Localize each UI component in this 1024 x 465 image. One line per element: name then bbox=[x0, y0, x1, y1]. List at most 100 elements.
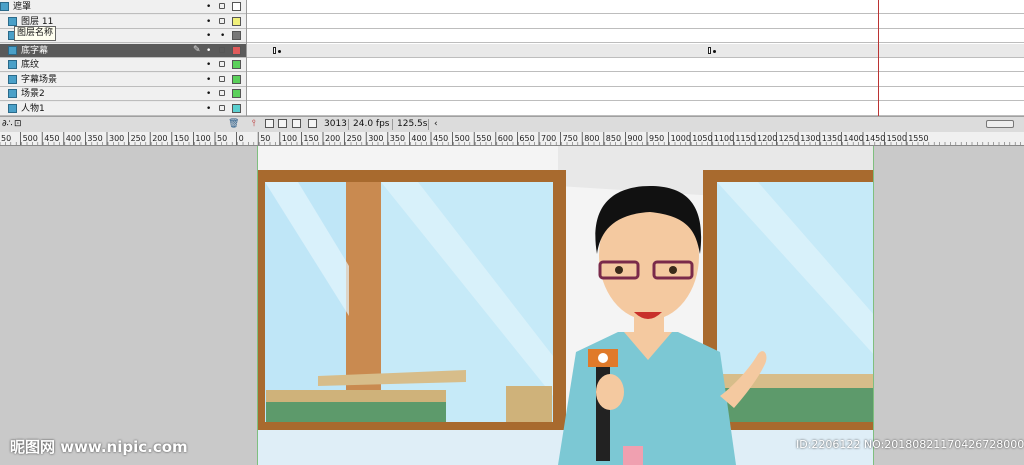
timeline-scrollbar[interactable] bbox=[986, 120, 1014, 128]
keyframe-dot bbox=[713, 49, 716, 53]
frame-row[interactable] bbox=[247, 58, 1024, 72]
lock-toggle[interactable]: • bbox=[220, 30, 225, 42]
onion-markers-icon[interactable] bbox=[308, 119, 317, 128]
frame-row[interactable] bbox=[247, 101, 1024, 116]
lock-icon[interactable] bbox=[219, 90, 225, 96]
layer-row[interactable]: 底字幕 ✎ • bbox=[0, 43, 246, 58]
ruler-label: 800 bbox=[584, 134, 599, 143]
ruler-label: 1450 bbox=[865, 134, 885, 143]
layer-row[interactable]: 场景2 • bbox=[0, 87, 246, 101]
edit-multiple-icon[interactable] bbox=[292, 119, 301, 128]
outline-color-swatch[interactable] bbox=[232, 16, 241, 26]
ruler-label: 500 bbox=[455, 134, 470, 143]
outline-color-swatch[interactable] bbox=[232, 89, 241, 98]
scroll-left-icon[interactable]: ‹ bbox=[434, 118, 438, 131]
visibility-toggle[interactable]: • bbox=[206, 45, 211, 57]
layer-icon bbox=[8, 89, 17, 98]
frame-row[interactable] bbox=[247, 14, 1024, 29]
ruler-label: 350 bbox=[390, 134, 405, 143]
ruler-label: 550 bbox=[476, 134, 491, 143]
outline-color-swatch[interactable] bbox=[232, 31, 241, 40]
add-layer-icon[interactable]: ∂∴ bbox=[2, 118, 12, 131]
keyframe[interactable] bbox=[273, 46, 276, 54]
stage[interactable] bbox=[257, 146, 874, 465]
ruler-label: 1250 bbox=[779, 134, 799, 143]
onion-skin-icon[interactable] bbox=[265, 119, 274, 128]
visibility-toggle[interactable]: • bbox=[206, 1, 211, 13]
layer-row[interactable]: 人物1 • bbox=[0, 101, 246, 116]
ruler-label: 1550 bbox=[908, 134, 928, 143]
ruler-label: 200 bbox=[325, 134, 340, 143]
ruler-label: 750 bbox=[563, 134, 578, 143]
layer-name-tooltip: 图层名称 bbox=[14, 26, 57, 41]
outline-color-swatch[interactable] bbox=[232, 45, 241, 55]
lock-icon[interactable] bbox=[219, 75, 225, 82]
ruler-label: 700 bbox=[541, 134, 556, 143]
playhead[interactable] bbox=[878, 0, 879, 116]
outline-color-swatch[interactable] bbox=[232, 74, 241, 84]
lock-icon[interactable] bbox=[219, 104, 225, 111]
frame-grid[interactable] bbox=[247, 0, 1024, 116]
ruler-label: 1300 bbox=[800, 134, 820, 143]
frame-row[interactable] bbox=[247, 0, 1024, 14]
lock-icon[interactable] bbox=[219, 17, 225, 24]
layer-name: 字幕场景 bbox=[21, 74, 58, 85]
delete-layer-icon[interactable]: 🗑 bbox=[228, 118, 239, 131]
layer-row[interactable]: 字幕场景 • bbox=[0, 72, 246, 87]
ruler-label: 500 bbox=[23, 134, 38, 143]
keyframe-dot bbox=[278, 49, 281, 53]
ruler-label: 850 bbox=[606, 134, 621, 143]
ruler-label: 1050 bbox=[692, 134, 712, 143]
lock-icon[interactable] bbox=[219, 61, 225, 67]
lock-icon[interactable] bbox=[219, 3, 225, 9]
ruler-label: 600 bbox=[498, 134, 513, 143]
layer-name: 底字幕 bbox=[21, 45, 49, 56]
outline-color-swatch[interactable] bbox=[232, 103, 241, 113]
layer-row[interactable]: 底纹 • bbox=[0, 58, 246, 72]
layer-icon bbox=[8, 16, 17, 26]
add-folder-icon[interactable]: ⊡ bbox=[14, 118, 22, 131]
frame-row[interactable] bbox=[247, 29, 1024, 43]
frame-row[interactable] bbox=[247, 72, 1024, 87]
visibility-toggle[interactable]: • bbox=[206, 30, 211, 42]
visibility-toggle[interactable]: • bbox=[206, 59, 211, 71]
timeline-toolbar: ∂∴ ⊡ 🗑 ⫯ 3013 24.0 fps 125.5s ‹ bbox=[0, 116, 1024, 132]
outline-color-swatch[interactable] bbox=[232, 60, 241, 69]
layer-list: 遮罩 • 图层 11 • • • 底字幕 ✎ • 底纹 • 字幕场景 • 场景2 • 人物1 • bbox=[0, 0, 247, 116]
visibility-toggle[interactable]: • bbox=[206, 16, 211, 28]
layer-name: 遮罩 bbox=[13, 2, 32, 12]
ruler-label: 1150 bbox=[735, 134, 755, 143]
elapsed-time: 125.5s bbox=[397, 119, 428, 129]
onion-outline-icon[interactable] bbox=[278, 119, 287, 128]
center-frame-icon[interactable]: ⫯ bbox=[252, 118, 256, 131]
timeline-panel: 遮罩 • 图层 11 • • • 底字幕 ✎ • 底纹 • 字幕场景 • 场景2 • 人物1 • 图层名称 ∂∴… bbox=[0, 0, 1024, 146]
keyframe[interactable] bbox=[708, 46, 711, 54]
layer-icon bbox=[8, 45, 17, 55]
ruler-label: 1500 bbox=[887, 134, 907, 143]
horizontal-ruler: 50 500 450 400 350 300 250 200 150 100 50 0 50 100 150… bbox=[0, 132, 1024, 146]
ruler-label: 300 bbox=[109, 134, 124, 143]
cartoon-scene bbox=[258, 146, 873, 465]
frame-rate[interactable]: 24.0 fps bbox=[353, 118, 389, 131]
ruler-label: 450 bbox=[44, 134, 59, 143]
visibility-toggle[interactable]: • bbox=[206, 103, 211, 115]
frame-row[interactable] bbox=[247, 43, 1024, 58]
ruler-label: 50 bbox=[1, 134, 11, 143]
ruler-label: 300 bbox=[368, 134, 383, 143]
layer-row[interactable]: 遮罩 • bbox=[0, 0, 246, 14]
layer-name: 场景2 bbox=[21, 89, 45, 99]
current-frame: 3013 bbox=[324, 119, 347, 129]
ruler-label: 250 bbox=[131, 134, 146, 143]
ruler-label: 200 bbox=[152, 134, 167, 143]
frame-row[interactable] bbox=[247, 87, 1024, 101]
outline-color-swatch[interactable] bbox=[232, 2, 241, 11]
visibility-toggle[interactable]: • bbox=[206, 88, 211, 100]
ruler-label: 150 bbox=[303, 134, 318, 143]
work-area bbox=[0, 146, 1024, 465]
layer-name: 人物1 bbox=[21, 103, 45, 114]
ruler-label: 1000 bbox=[671, 134, 691, 143]
ruler-ticks: 50 500 450 400 350 300 250 200 150 100 50 0 50 100 150… bbox=[0, 132, 1021, 145]
visibility-toggle[interactable]: • bbox=[206, 74, 211, 86]
layer-name: 底纹 bbox=[21, 60, 40, 70]
lock-icon[interactable] bbox=[219, 46, 225, 53]
